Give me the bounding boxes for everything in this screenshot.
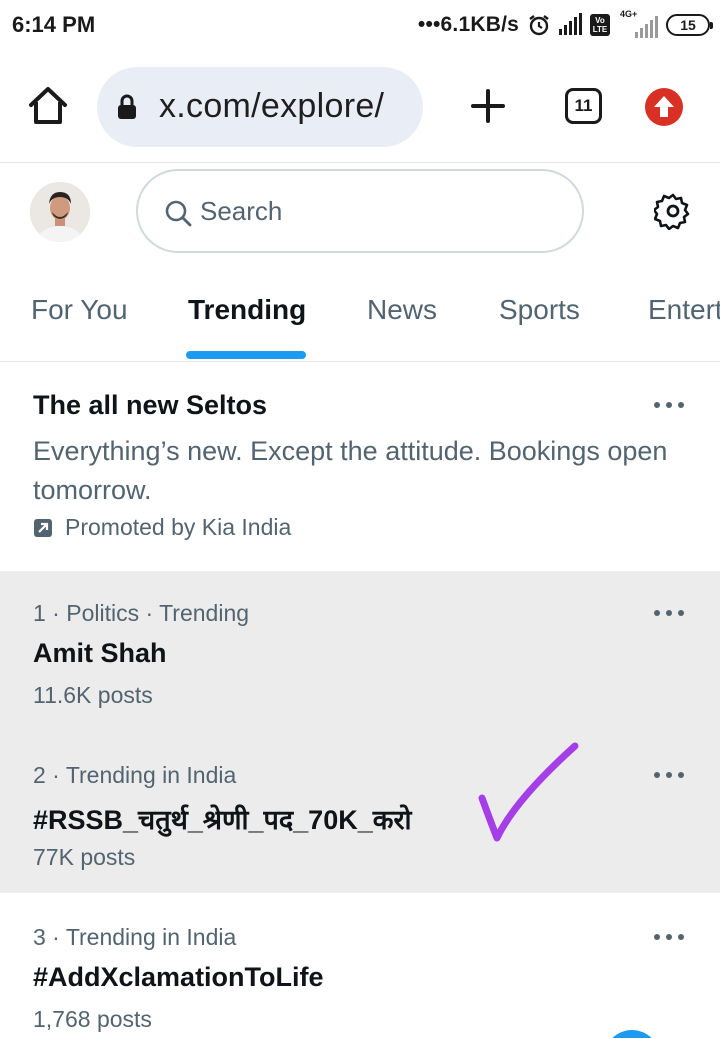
trend-posts: 77K posts [33,844,136,870]
tab-news[interactable]: News [367,294,437,326]
promoted-by-label: Promoted by Kia India [65,514,292,540]
status-time: 6:14 PM [12,12,96,37]
signal-icon-faded: 4G+ [618,9,658,38]
promoted-icon [34,518,52,537]
url-text: x.com/explore/ [159,87,385,125]
trend-name: #RSSB_चतुर्थ_श्रेणी_पद_70K_करो [33,805,412,835]
more-icon[interactable] [654,402,684,410]
tab-entertainment[interactable]: Entert [648,294,720,326]
trend-posts: 1,768 posts [33,1006,152,1032]
promoted-title: The all new Seltos [33,390,268,420]
more-icon[interactable] [654,772,684,780]
divider [0,162,720,163]
checkmark-annotation [478,742,579,842]
alarm-icon [529,15,549,36]
signal-icon [559,13,582,35]
status-icons: •••6.1KB/s Vo LTE 4G+ 15 [417,9,713,40]
trend-name: #AddXclamationToLife [33,962,324,992]
trend-name: Amit Shah [33,638,167,668]
more-icon[interactable] [654,610,684,618]
plus-icon[interactable] [470,88,506,124]
trend-meta: 1 · Politics · Trending [33,600,250,626]
status-bar: 6:14 PM •••6.1KB/s Vo LTE 4G+ 15 [0,0,720,52]
promoted-description: Everything’s new. Except the attitude. B… [33,436,668,505]
tab-for-you[interactable]: For You [31,294,128,326]
search-box[interactable] [136,169,584,253]
address-bar[interactable]: x.com/explore/ [97,67,423,147]
tab-sports[interactable]: Sports [499,294,580,326]
profile-photo [30,182,90,242]
update-icon[interactable] [645,88,683,126]
search-icon [165,200,192,227]
search-input[interactable] [200,195,540,227]
trend-meta: 3 · Trending in India [33,924,237,950]
network-speed: •••6.1KB/s [417,13,519,36]
browser-toolbar: x.com/explore/ 11 [0,52,720,162]
trend-posts: 11.6K posts [33,682,153,708]
gear-icon[interactable] [654,192,692,230]
more-icon[interactable] [654,934,684,942]
explore-tabs: For You Trending News Sports Entert [0,270,720,360]
tab-trending[interactable]: Trending [188,294,306,326]
promoted-by: Promoted by Kia India [33,514,291,541]
lock-icon [118,94,136,119]
home-icon[interactable] [26,84,70,128]
battery-icon: 15 [666,14,713,36]
avatar[interactable] [30,182,90,242]
tabs-button[interactable]: 11 [565,88,602,124]
active-tab-indicator [186,351,306,359]
trend-meta: 2 · Trending in India [33,762,237,788]
volte-icon: Vo LTE [590,14,610,36]
arrow-up-icon [654,96,674,117]
